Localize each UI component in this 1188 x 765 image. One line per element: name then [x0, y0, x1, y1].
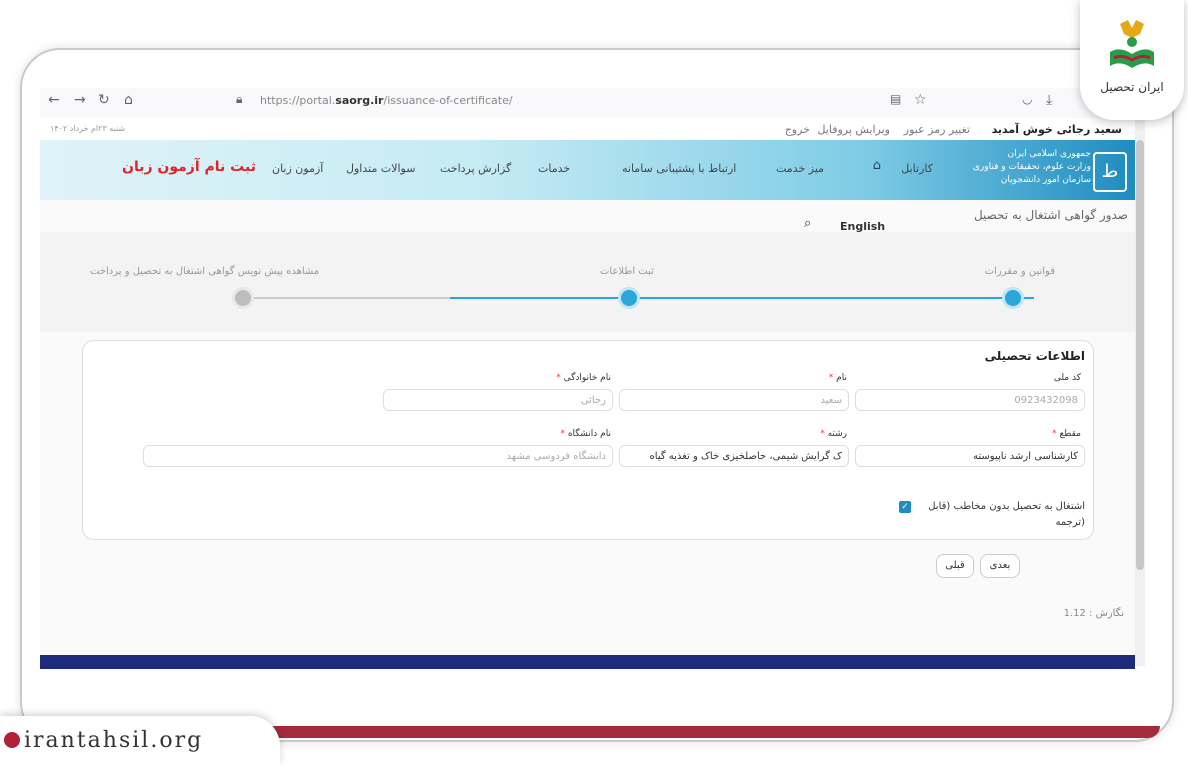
brand-logo-text: ایران تحصیل [1100, 80, 1164, 94]
university-field[interactable]: دانشگاه فردوسی مشهد [143, 445, 613, 467]
browser-toolbar: ← → ↻ ⌂ 🔒︎ https://portal.saorg.ir/issua… [40, 88, 1170, 118]
ministry-logo-icon: ط [1093, 152, 1127, 192]
graduation-book-icon [1110, 20, 1154, 68]
site-header: ط جمهوری اسلامی ایران وزارت علوم، تحقیقا… [40, 140, 1135, 200]
forward-icon[interactable]: → [74, 92, 86, 108]
level-label: * مقطع [1052, 429, 1081, 439]
decorative-band [230, 726, 1160, 738]
step-dot-pending [232, 287, 254, 309]
download-icon[interactable]: ⤓ [1046, 92, 1052, 108]
last-name-field[interactable]: رجائی [383, 389, 613, 411]
version-text: نگارش : 1.12 [1063, 608, 1124, 619]
brand-logo-badge: ایران تحصیل [1080, 0, 1184, 120]
menu-item-faq[interactable]: سوالات متداول [346, 162, 415, 175]
menu-item-payment-report[interactable]: گزارش پرداخت [440, 162, 511, 175]
major-label: * رشته [820, 429, 847, 439]
checkbox-checked-icon[interactable]: ✓ [899, 501, 911, 513]
menu-item-service-desk[interactable]: میز خدمت [776, 162, 824, 175]
page-title: صدور گواهی اشتغال به تحصیل [973, 208, 1128, 222]
university-label: * نام دانشگاه [560, 429, 611, 439]
home-menu-icon[interactable]: ⌂ [873, 158, 881, 173]
url-bar[interactable]: https://portal.saorg.ir/issuance-of-cert… [260, 94, 513, 107]
user-info-bar: سعید رجائی خوش آمدید تغییر رمز عبور ویرا… [40, 118, 1130, 140]
edit-profile-link[interactable]: ویرایش پروفایل [817, 123, 890, 136]
org-title: جمهوری اسلامی ایران وزارت علوم، تحقیقات … [972, 149, 1091, 185]
site-url-badge: irantahsil.org [0, 716, 280, 765]
reader-icon[interactable]: ▤ [890, 92, 901, 106]
register-exam-link[interactable]: ثبت نام آزمون زبان [122, 159, 256, 175]
step-label-preview: مشاهده پیش نویس گواهی اشتغال به تحصیل و … [90, 266, 320, 277]
progress-line-done [450, 297, 1034, 299]
checkbox-label-line1: اشتغال به تحصیل بدون مخاطب (قابل [928, 501, 1085, 512]
scrollbar-thumb[interactable] [1136, 140, 1144, 570]
next-button[interactable]: بعدی [980, 554, 1020, 578]
pocket-icon[interactable]: ◡ [1022, 92, 1032, 106]
back-icon[interactable]: ← [48, 92, 60, 108]
step-label-register: ثبت اطلاعات [600, 266, 654, 277]
step-label-rules: قوانین و مقررات [984, 266, 1055, 277]
checkbox-label-line2: ترجمه) [1055, 517, 1085, 528]
globe-icon [4, 732, 20, 748]
national-code-label: کد ملی [1053, 373, 1081, 383]
major-field[interactable]: ک گرایش شیمی، حاصلخیزی خاک و تغذیه گیاه [619, 445, 849, 467]
reload-icon[interactable]: ↻ [98, 92, 110, 108]
level-select[interactable]: کارشناسی ارشد ناپیوسته [855, 445, 1085, 467]
last-name-label: * نام خانوادگی [556, 373, 611, 383]
progress-line-pending [250, 297, 450, 299]
menu-item-services[interactable]: خدمات [538, 162, 570, 175]
welcome-text: سعید رجائی خوش آمدید [991, 123, 1122, 136]
date-text: شنبه ۲۳ام خرداد ۱۴۰۲ [50, 124, 126, 133]
lock-icon: 🔒︎ [236, 92, 243, 106]
bookmark-star-icon[interactable]: ☆ [914, 92, 927, 108]
wizard-steps: قوانین و مقررات ثبت اطلاعات مشاهده پیش ن… [40, 232, 1135, 332]
footer-bar [40, 655, 1135, 669]
menu-item-language-exam[interactable]: آزمون زبان [272, 162, 323, 175]
education-info-card: اطلاعات تحصیلی کد ملی 0923432098 * نام س… [82, 340, 1094, 540]
national-code-field[interactable]: 0923432098 [855, 389, 1085, 411]
change-password-link[interactable]: تغییر رمز عبور [904, 123, 970, 136]
menu-item-support[interactable]: ارتباط با پشتیبانی سامانه [622, 162, 736, 175]
menu-item-cartable[interactable]: کارتابل [901, 162, 933, 175]
first-name-label: * نام [828, 373, 847, 383]
home-icon[interactable]: ⌂ [124, 92, 133, 108]
first-name-field[interactable]: سعید [619, 389, 849, 411]
section-title: اطلاعات تحصیلی [984, 349, 1085, 363]
logout-link[interactable]: خروج [785, 123, 810, 136]
previous-button[interactable]: قبلی [936, 554, 974, 578]
step-dot-active [618, 287, 640, 309]
step-dot-done [1002, 287, 1024, 309]
site-url-text: irantahsil.org [24, 728, 204, 753]
search-icon[interactable]: ⌕ [804, 216, 811, 231]
